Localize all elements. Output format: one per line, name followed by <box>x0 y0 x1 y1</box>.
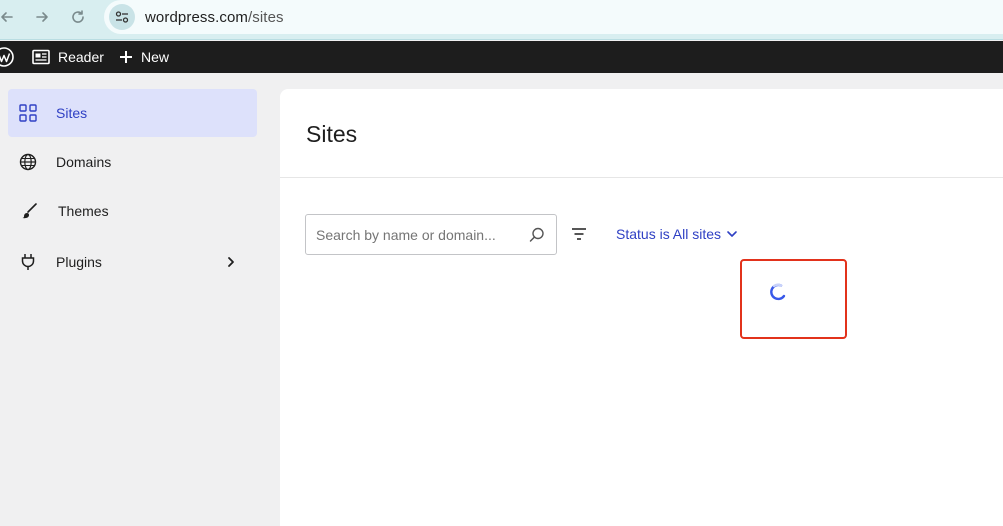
url-domain: wordpress.com <box>145 8 248 26</box>
sidebar-item-themes[interactable]: Themes <box>8 187 257 235</box>
search-icon[interactable] <box>528 226 546 244</box>
admin-bar: Reader New <box>0 41 1003 73</box>
new-post-button[interactable]: New <box>119 41 169 73</box>
site-info-icon <box>115 11 129 23</box>
main-panel: Sites Status is All sites <box>280 89 1003 526</box>
reload-icon <box>72 10 84 23</box>
sidebar-item-domains[interactable]: Domains <box>8 138 257 186</box>
reader-icon <box>32 49 50 65</box>
chevron-right-icon <box>228 257 234 267</box>
search-box[interactable] <box>305 214 557 255</box>
page-title: Sites <box>306 121 358 147</box>
sidebar-item-sites[interactable]: Sites <box>8 89 257 137</box>
reader-label: Reader <box>58 49 104 65</box>
grid-icon <box>16 101 40 125</box>
globe-icon <box>16 150 40 174</box>
highlight-box <box>740 259 847 339</box>
reader-link[interactable]: Reader <box>32 41 104 73</box>
sidebar-item-label: Domains <box>56 154 112 170</box>
chevron-down-icon <box>727 231 737 237</box>
brush-icon <box>18 199 42 223</box>
loading-spinner-icon <box>770 283 786 301</box>
address-bar[interactable]: wordpress.com/sites <box>104 0 1003 34</box>
plus-icon <box>120 51 132 63</box>
sidebar: Sites Domains Themes Plugins <box>0 73 280 526</box>
forward-arrow-icon <box>36 12 48 22</box>
sidebar-item-label: Sites <box>56 105 88 121</box>
sidebar-item-plugins[interactable]: Plugins <box>8 238 257 286</box>
header-divider <box>280 177 1003 178</box>
site-info-button[interactable] <box>109 4 135 30</box>
url-path: /sites <box>248 8 284 26</box>
search-input[interactable] <box>316 226 516 243</box>
back-arrow-icon <box>1 12 13 22</box>
status-filter-label: Status is All sites <box>616 226 722 242</box>
sidebar-item-label: Plugins <box>56 254 102 270</box>
url-text: wordpress.com/sites <box>145 9 284 26</box>
wordpress-logo-icon[interactable] <box>0 47 14 67</box>
plug-icon <box>16 250 40 274</box>
reload-button[interactable] <box>67 6 89 28</box>
back-button[interactable] <box>0 6 18 28</box>
forward-button[interactable] <box>31 6 53 28</box>
status-filter-dropdown[interactable]: Status is All sites <box>616 226 739 242</box>
sidebar-item-label: Themes <box>58 203 109 219</box>
browser-toolbar: wordpress.com/sites <box>0 0 1003 40</box>
filter-icon[interactable] <box>570 225 588 243</box>
new-label: New <box>141 49 170 65</box>
